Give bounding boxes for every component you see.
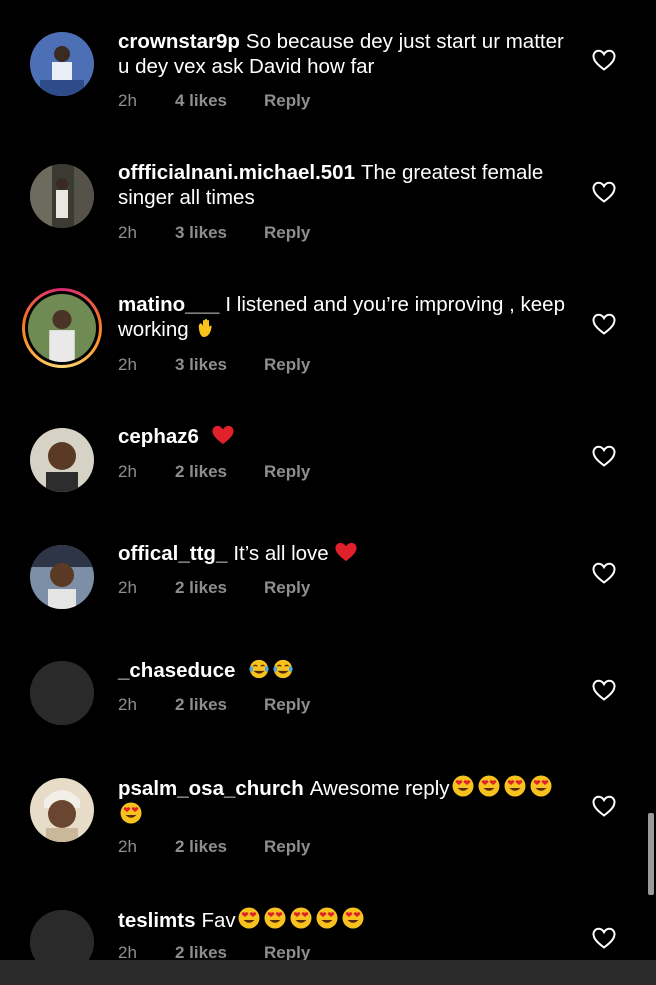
heart-icon[interactable]	[591, 561, 617, 585]
reply-button[interactable]: Reply	[264, 578, 310, 598]
comment-body: Fav	[201, 909, 236, 932]
comment-body: Awesome reply	[309, 777, 450, 800]
comment-time: 2h	[118, 355, 137, 374]
heart-eyes-emoji	[120, 802, 142, 824]
reply-button[interactable]: Reply	[264, 91, 310, 111]
red-heart-emoji	[212, 425, 234, 445]
heart-icon[interactable]	[591, 444, 617, 468]
comment-time: 2h	[118, 91, 137, 110]
reply-button[interactable]: Reply	[264, 355, 310, 375]
avatar-placeholder[interactable]	[30, 661, 94, 725]
comment-meta: 2h 3 likes Reply	[118, 223, 310, 243]
heart-eyes-emoji	[342, 907, 364, 929]
heart-eyes-emoji	[452, 775, 474, 797]
comment-time: 2h	[118, 837, 137, 856]
comment-username[interactable]: offical_ttg_	[118, 542, 227, 565]
heart-icon[interactable]	[591, 926, 617, 950]
comment-meta: 2h 2 likes Reply	[118, 837, 310, 857]
comment-meta: 2h 2 likes Reply	[118, 578, 310, 598]
comment-username[interactable]: psalm_osa_church	[118, 777, 304, 800]
comment-body: It’s all love	[233, 542, 329, 565]
red-heart-emoji	[335, 542, 357, 562]
comment-time: 2h	[118, 578, 137, 597]
avatar[interactable]	[30, 32, 94, 96]
comment-text: psalm_osa_church Awesome reply	[118, 774, 568, 828]
comment-text: _chaseduce	[118, 658, 568, 683]
comment-likes[interactable]: 2 likes	[175, 462, 264, 482]
avatar[interactable]	[30, 545, 94, 609]
heart-icon[interactable]	[591, 180, 617, 204]
comment-text: offficialnani.michael.501 The greatest fe…	[118, 160, 568, 210]
comment-likes[interactable]: 2 likes	[175, 695, 264, 715]
heart-icon[interactable]	[591, 312, 617, 336]
avatar[interactable]	[30, 428, 94, 492]
comment-meta: 2h 2 likes Reply	[118, 462, 310, 482]
comment-time: 2h	[118, 223, 137, 242]
comment-text: matino___ I listened and you’re improving…	[118, 292, 568, 342]
heart-icon[interactable]	[591, 678, 617, 702]
comment-time: 2h	[118, 462, 137, 481]
reply-button[interactable]: Reply	[264, 695, 310, 715]
comment-text: offical_ttg_ It’s all love	[118, 541, 568, 566]
waving-hand-emoji	[199, 318, 212, 337]
comment-likes[interactable]: 2 likes	[175, 837, 264, 857]
comment-text: teslimts Fav	[118, 906, 568, 933]
heart-eyes-emoji	[504, 775, 526, 797]
heart-eyes-emoji	[238, 907, 260, 929]
comment-text: cephaz6	[118, 424, 568, 449]
heart-eyes-emoji	[290, 907, 312, 929]
comment-likes[interactable]: 4 likes	[175, 91, 264, 111]
avatar[interactable]	[30, 778, 94, 842]
comment-username[interactable]: matino___	[118, 293, 219, 316]
comment-username[interactable]: teslimts	[118, 909, 195, 932]
tears-of-joy-emoji	[249, 659, 269, 679]
comment-likes[interactable]: 2 likes	[175, 578, 264, 598]
comment-username[interactable]: _chaseduce	[118, 659, 235, 682]
heart-eyes-emoji	[530, 775, 552, 797]
reply-button[interactable]: Reply	[264, 837, 310, 857]
comment-meta: 2h 3 likes Reply	[118, 355, 310, 375]
bottom-bar	[0, 960, 656, 985]
tears-of-joy-emoji	[273, 659, 293, 679]
heart-eyes-emoji	[316, 907, 338, 929]
reply-button[interactable]: Reply	[264, 462, 310, 482]
avatar[interactable]	[30, 164, 94, 228]
comment-meta: 2h 4 likes Reply	[118, 91, 310, 111]
comment-text: crownstar9p So because dey just start ur …	[118, 29, 568, 79]
comment-username[interactable]: crownstar9p	[118, 30, 240, 53]
heart-eyes-emoji	[264, 907, 286, 929]
comment-time: 2h	[118, 695, 137, 714]
comment-likes[interactable]: 3 likes	[175, 355, 264, 375]
comments-list: crownstar9p So because dey just start ur …	[0, 0, 656, 974]
comment-meta: 2h 2 likes Reply	[118, 695, 310, 715]
heart-icon[interactable]	[591, 48, 617, 72]
reply-button[interactable]: Reply	[264, 223, 310, 243]
heart-eyes-emoji	[478, 775, 500, 797]
comment-username[interactable]: offficialnani.michael.501	[118, 161, 355, 184]
comment-username[interactable]: cephaz6	[118, 425, 199, 448]
heart-icon[interactable]	[591, 794, 617, 818]
comment-likes[interactable]: 3 likes	[175, 223, 264, 243]
scrollbar-thumb[interactable]	[648, 813, 654, 895]
avatar-story-ring[interactable]	[22, 288, 102, 368]
